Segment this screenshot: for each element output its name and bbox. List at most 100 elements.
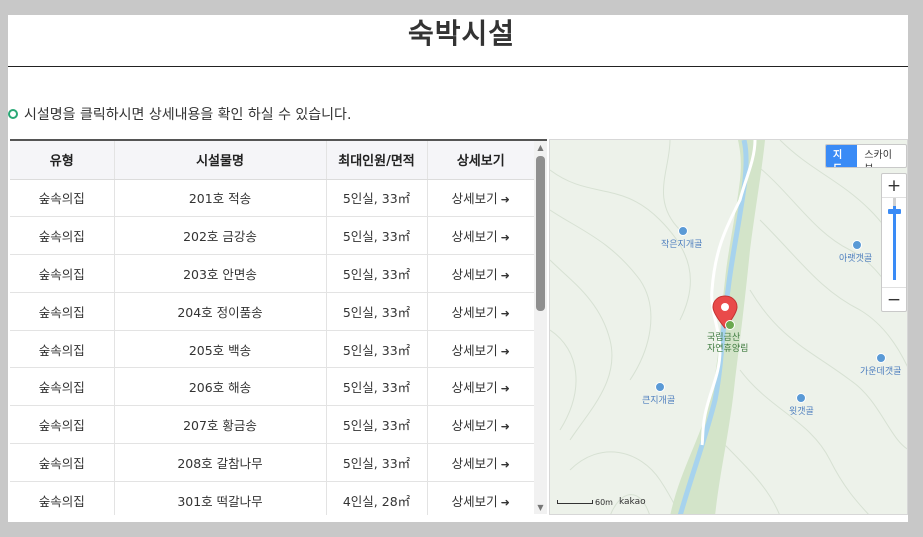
title-divider bbox=[8, 66, 908, 67]
skyview-button[interactable]: 스카이뷰 bbox=[857, 145, 906, 167]
cell-capacity: 5인실, 33㎡ bbox=[326, 330, 428, 369]
detail-label: 상세보기 bbox=[451, 380, 498, 396]
detail-cell: 상세보기 ➜ bbox=[427, 405, 534, 445]
facility-name-link[interactable]: 301호 떡갈나무 bbox=[114, 481, 327, 515]
zoom-out-button[interactable]: − bbox=[882, 287, 906, 311]
map-view[interactable]: 지도 스카이뷰 + − 작은지개골 아랫갯골 가운데갯골 큰지개골 윗갯골 국립… bbox=[549, 139, 908, 515]
arrow-right-icon: ➜ bbox=[500, 457, 510, 471]
table-row: 숲속의집 301호 떡갈나무 4인실, 28㎡ 상세보기 ➜ bbox=[10, 481, 534, 515]
detail-link[interactable]: 상세보기 ➜ bbox=[452, 305, 510, 320]
detail-link[interactable]: 상세보기 ➜ bbox=[452, 418, 510, 433]
facility-name-link[interactable]: 205호 백송 bbox=[114, 330, 327, 369]
detail-cell: 상세보기 ➜ bbox=[427, 330, 534, 369]
place-label: 아랫갯골 bbox=[839, 254, 873, 264]
cell-capacity: 5인실, 33㎡ bbox=[326, 216, 428, 256]
table-row: 숲속의집 201호 적송 5인실, 33㎡ 상세보기 ➜ bbox=[10, 179, 534, 218]
arrow-right-icon: ➜ bbox=[500, 420, 510, 434]
cell-capacity: 5인실, 33㎡ bbox=[326, 405, 428, 445]
cell-capacity: 5인실, 33㎡ bbox=[326, 367, 428, 407]
zoom-slider[interactable] bbox=[893, 206, 896, 280]
cell-capacity: 4인실, 28㎡ bbox=[326, 481, 428, 515]
zoom-in-button[interactable]: + bbox=[882, 174, 906, 198]
detail-label: 상세보기 bbox=[451, 266, 498, 282]
detail-cell: 상세보기 ➜ bbox=[427, 481, 534, 515]
detail-label: 상세보기 bbox=[451, 493, 498, 509]
facility-table-container: 유형 시설물명 최대인원/면적 상세보기 숲속의집 201호 적송 5인실, 3… bbox=[10, 139, 547, 515]
facility-name-link[interactable]: 202호 금강송 bbox=[114, 216, 327, 256]
table-row: 숲속의집 206호 해송 5인실, 33㎡ 상세보기 ➜ bbox=[10, 367, 534, 407]
arrow-right-icon: ➜ bbox=[500, 495, 510, 509]
cell-capacity: 5인실, 33㎡ bbox=[326, 292, 428, 331]
scroll-thumb[interactable] bbox=[536, 156, 545, 311]
place-pin-icon bbox=[796, 393, 806, 403]
detail-link[interactable]: 상세보기 ➜ bbox=[452, 229, 510, 244]
facility-name-link[interactable]: 203호 안면송 bbox=[114, 254, 327, 293]
map-scale: 60m kakao bbox=[557, 497, 646, 507]
detail-link[interactable]: 상세보기 ➜ bbox=[452, 456, 510, 471]
place-pin-icon bbox=[678, 226, 688, 236]
scale-label: 60m bbox=[595, 497, 613, 507]
cell-type: 숲속의집 bbox=[10, 292, 115, 331]
header-detail: 상세보기 bbox=[427, 141, 534, 180]
table-row: 숲속의집 207호 황금송 5인실, 33㎡ 상세보기 ➜ bbox=[10, 405, 534, 445]
instruction-text: 시설명을 클릭하시면 상세내용을 확인 하실 수 있습니다. bbox=[8, 104, 351, 124]
table-scrollbar[interactable]: ▲ ▼ bbox=[534, 141, 547, 514]
facility-name-link[interactable]: 207호 황금송 bbox=[114, 405, 327, 445]
table-row: 숲속의집 202호 금강송 5인실, 33㎡ 상세보기 ➜ bbox=[10, 216, 534, 256]
cell-type: 숲속의집 bbox=[10, 443, 115, 482]
detail-link[interactable]: 상세보기 ➜ bbox=[452, 380, 510, 395]
detail-cell: 상세보기 ➜ bbox=[427, 443, 534, 482]
facility-name-link[interactable]: 208호 갈참나무 bbox=[114, 443, 327, 482]
arrow-right-icon: ➜ bbox=[500, 344, 510, 358]
place-label: 작은지개골 bbox=[661, 240, 703, 250]
detail-label: 상세보기 bbox=[451, 229, 498, 245]
detail-link[interactable]: 상세보기 ➜ bbox=[452, 191, 510, 206]
table-row: 숲속의집 205호 백송 5인실, 33㎡ 상세보기 ➜ bbox=[10, 330, 534, 369]
map-type-button[interactable]: 지도 bbox=[826, 145, 858, 167]
detail-label: 상세보기 bbox=[451, 342, 498, 358]
facility-name-link[interactable]: 204호 정이품송 bbox=[114, 292, 327, 331]
place-label: 큰지개골 bbox=[642, 396, 676, 406]
header-type: 유형 bbox=[10, 141, 115, 180]
arrow-right-icon: ➜ bbox=[500, 231, 510, 245]
place-pin-icon bbox=[852, 240, 862, 250]
marker-label-line2: 자연휴양림 bbox=[707, 344, 749, 354]
cell-capacity: 5인실, 33㎡ bbox=[326, 254, 428, 293]
cell-type: 숲속의집 bbox=[10, 405, 115, 445]
cell-capacity: 5인실, 33㎡ bbox=[326, 443, 428, 482]
detail-cell: 상세보기 ➜ bbox=[427, 216, 534, 256]
arrow-right-icon: ➜ bbox=[500, 382, 510, 396]
cell-capacity: 5인실, 33㎡ bbox=[326, 179, 428, 218]
table-row: 숲속의집 208호 갈참나무 5인실, 33㎡ 상세보기 ➜ bbox=[10, 443, 534, 482]
forest-icon bbox=[725, 320, 735, 330]
header-capacity: 최대인원/면적 bbox=[326, 141, 428, 180]
table-header-row: 유형 시설물명 최대인원/면적 상세보기 bbox=[10, 141, 534, 180]
facility-name-link[interactable]: 206호 해송 bbox=[114, 367, 327, 407]
instruction-label: 시설명을 클릭하시면 상세내용을 확인 하실 수 있습니다. bbox=[24, 107, 352, 123]
detail-label: 상세보기 bbox=[451, 455, 498, 471]
bullet-icon bbox=[8, 109, 18, 119]
place-pin-icon bbox=[655, 382, 665, 392]
detail-link[interactable]: 상세보기 ➜ bbox=[452, 343, 510, 358]
detail-link[interactable]: 상세보기 ➜ bbox=[452, 494, 510, 509]
arrow-right-icon: ➜ bbox=[500, 193, 510, 207]
detail-cell: 상세보기 ➜ bbox=[427, 292, 534, 331]
zoom-handle[interactable] bbox=[888, 209, 901, 214]
zoom-control: + − bbox=[881, 173, 907, 312]
detail-label: 상세보기 bbox=[451, 304, 498, 320]
arrow-right-icon: ➜ bbox=[500, 306, 510, 320]
map-type-toggle: 지도 스카이뷰 bbox=[825, 144, 907, 168]
header-name: 시설물명 bbox=[114, 141, 327, 180]
facility-table: 유형 시설물명 최대인원/면적 상세보기 숲속의집 201호 적송 5인실, 3… bbox=[10, 141, 534, 515]
scale-bar bbox=[557, 500, 593, 504]
facility-name-link[interactable]: 201호 적송 bbox=[114, 179, 327, 218]
cell-type: 숲속의집 bbox=[10, 330, 115, 369]
place-label: 윗갯골 bbox=[789, 407, 814, 417]
scroll-down-arrow-icon[interactable]: ▼ bbox=[536, 503, 545, 512]
cell-type: 숲속의집 bbox=[10, 367, 115, 407]
detail-link[interactable]: 상세보기 ➜ bbox=[452, 267, 510, 282]
page-title: 숙박시설 bbox=[407, 17, 516, 50]
scroll-up-arrow-icon[interactable]: ▲ bbox=[536, 143, 545, 152]
cell-type: 숲속의집 bbox=[10, 254, 115, 293]
table-row: 숲속의집 204호 정이품송 5인실, 33㎡ 상세보기 ➜ bbox=[10, 292, 534, 331]
